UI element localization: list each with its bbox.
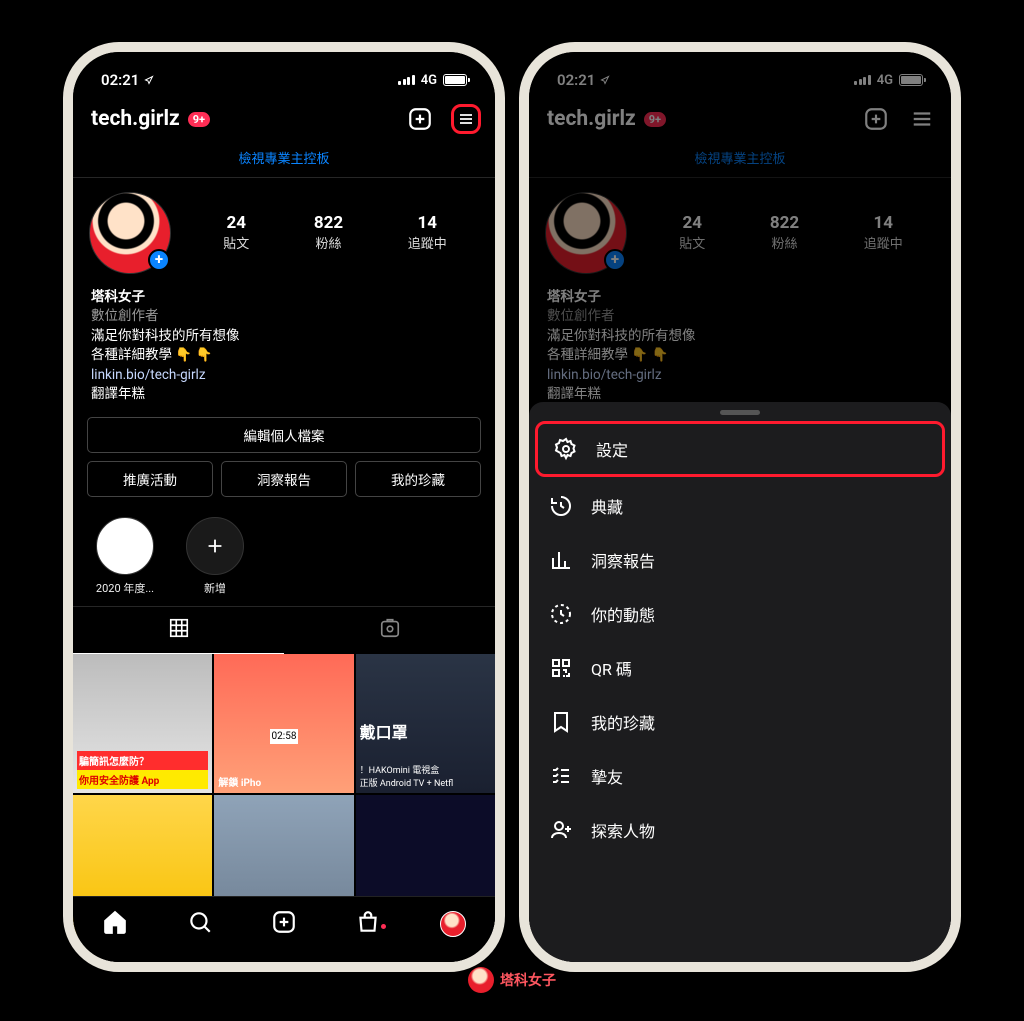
bio-name: 塔科女子 <box>91 288 477 308</box>
menu-label: 摯友 <box>591 764 623 788</box>
status-time: 02:21 <box>101 71 139 89</box>
stat-following[interactable]: 14追蹤中 <box>864 213 903 252</box>
edit-profile-button[interactable]: 編輯個人檔案 <box>87 417 481 453</box>
post-thumbnail[interactable]: 02:58解鎖 iPho <box>214 654 353 793</box>
create-button[interactable] <box>861 104 891 134</box>
phone-left: 02:21 4G tech.girlz 9+ <box>63 42 505 972</box>
bio-line: 各種詳細教學 👇 👇 <box>91 346 477 366</box>
menu-settings[interactable]: 設定 <box>535 421 945 477</box>
battery-icon <box>899 74 923 86</box>
menu-close-friends[interactable]: 摯友 <box>529 749 951 803</box>
status-time: 02:21 <box>557 71 595 89</box>
profile-header: tech.girlz 9+ <box>73 94 495 140</box>
stat-followers[interactable]: 822粉絲 <box>770 213 799 252</box>
promote-button[interactable]: 推廣活動 <box>87 461 213 497</box>
notification-badge: 9+ <box>644 112 666 127</box>
hamburger-menu-button[interactable] <box>451 104 481 134</box>
tab-tagged[interactable] <box>284 607 495 654</box>
post-grid: 騙簡訊怎麼防？你用安全防護 App 02:58解鎖 iPho 戴口罩！HAKOm… <box>73 654 495 935</box>
menu-label: 探索人物 <box>591 818 655 842</box>
bottom-nav <box>73 896 495 962</box>
bio-line: 滿足你對科技的所有想像 <box>91 327 477 347</box>
network-label: 4G <box>877 73 893 88</box>
highlight-circle <box>96 517 154 575</box>
network-label: 4G <box>421 73 437 88</box>
battery-icon <box>443 74 467 86</box>
add-story-icon[interactable]: + <box>604 249 626 271</box>
username[interactable]: tech.girlz <box>91 107 180 131</box>
stat-following[interactable]: 14追蹤中 <box>408 213 447 252</box>
watermark: 塔科女子 <box>468 967 556 993</box>
hamburger-menu-button[interactable] <box>907 104 937 134</box>
translate-link[interactable]: 翻譯年糕 <box>91 385 477 405</box>
menu-activity[interactable]: 你的動態 <box>529 587 951 641</box>
nav-home-icon[interactable] <box>102 909 128 939</box>
highlight-item[interactable]: 2020 年度... <box>91 517 159 596</box>
menu-label: 洞察報告 <box>591 548 655 572</box>
profile-avatar[interactable]: + <box>89 192 171 274</box>
notch <box>640 52 840 80</box>
stat-followers[interactable]: 822粉絲 <box>314 213 343 252</box>
bio-section: 塔科女子 數位創作者 滿足你對科技的所有想像 各種詳細教學 👇 👇 linkin… <box>73 288 495 417</box>
watermark-text: 塔科女子 <box>500 970 556 990</box>
menu-label: 典藏 <box>591 494 623 518</box>
username[interactable]: tech.girlz <box>547 107 636 131</box>
bio-link[interactable]: linkin.bio/tech-girlz <box>91 366 477 386</box>
bio-category: 數位創作者 <box>91 307 477 327</box>
nav-profile-icon[interactable] <box>440 911 466 937</box>
insights-button[interactable]: 洞察報告 <box>221 461 347 497</box>
saved-button[interactable]: 我的珍藏 <box>355 461 481 497</box>
signal-icon <box>854 75 871 85</box>
add-story-icon[interactable]: + <box>148 249 170 271</box>
menu-label: 我的珍藏 <box>591 710 655 734</box>
menu-saved[interactable]: 我的珍藏 <box>529 695 951 749</box>
menu-label: 設定 <box>596 437 628 461</box>
phone-right: 02:21 4G tech.girlz 9+ 檢視 <box>519 42 961 972</box>
nav-create-icon[interactable] <box>271 909 297 939</box>
nav-search-icon[interactable] <box>187 909 213 939</box>
notification-badge: 9+ <box>188 112 210 127</box>
nav-shop-icon[interactable] <box>355 909 381 939</box>
menu-discover[interactable]: 探索人物 <box>529 803 951 857</box>
menu-label: QR 碼 <box>591 656 632 680</box>
post-thumbnail[interactable]: 戴口罩！HAKOmini 電視盒正版 Android TV + Netfl <box>356 654 495 793</box>
stat-posts[interactable]: 24貼文 <box>679 213 705 252</box>
menu-sheet: 設定 典藏 洞察報告 你的動態 QR 碼 我的珍藏 <box>529 402 951 962</box>
post-thumbnail[interactable]: 騙簡訊怎麼防？你用安全防護 App <box>73 654 212 793</box>
signal-icon <box>398 75 415 85</box>
notch <box>184 52 384 80</box>
menu-qr[interactable]: QR 碼 <box>529 641 951 695</box>
highlight-add[interactable]: 新增 <box>181 517 249 596</box>
create-button[interactable] <box>405 104 435 134</box>
menu-insights[interactable]: 洞察報告 <box>529 533 951 587</box>
menu-label: 你的動態 <box>591 602 655 626</box>
profile-avatar[interactable]: + <box>545 192 627 274</box>
tab-grid[interactable] <box>73 607 284 654</box>
plus-icon <box>186 517 244 575</box>
dashboard-link[interactable]: 檢視專業主控板 <box>529 140 951 177</box>
watermark-avatar <box>468 967 494 993</box>
stat-posts[interactable]: 24貼文 <box>223 213 249 252</box>
menu-archive[interactable]: 典藏 <box>529 479 951 533</box>
dashboard-link[interactable]: 檢視專業主控板 <box>73 140 495 177</box>
sheet-grabber[interactable] <box>720 410 760 415</box>
